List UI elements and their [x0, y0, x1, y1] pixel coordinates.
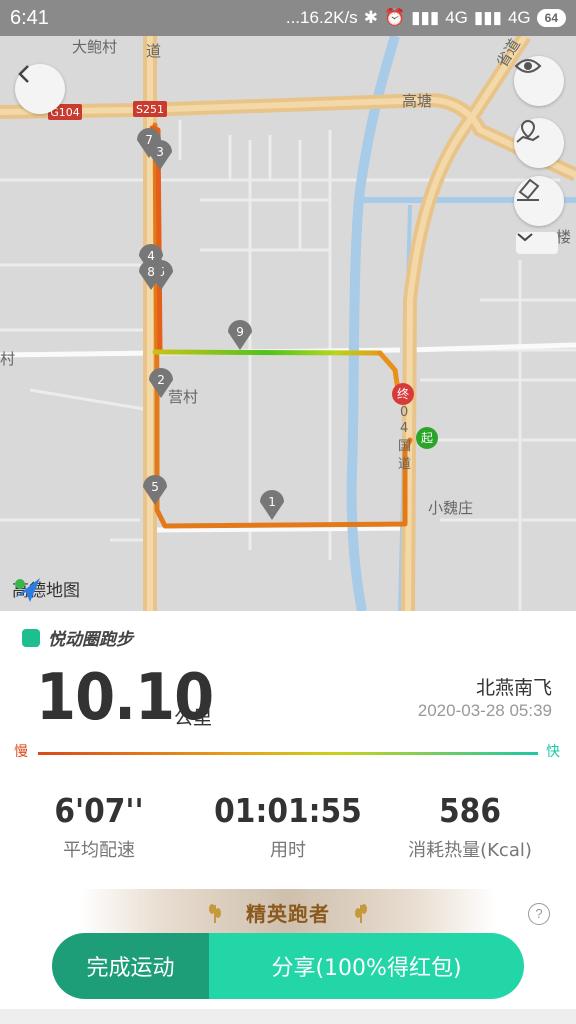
amap-logo-icon	[14, 578, 40, 602]
status-bar: 6:41 ...16.2K/s ✱ ⏰ ▮▮▮ 4G ▮▮▮ 4G 64	[0, 0, 576, 36]
label-vertical-4: 4	[400, 421, 408, 436]
svg-text:8: 8	[147, 265, 155, 279]
status-time: 6:41	[10, 6, 49, 29]
back-button[interactable]	[15, 64, 65, 114]
fast-label: 快	[546, 744, 560, 760]
wheat-icon-right	[355, 904, 367, 923]
distance-unit: 公里	[174, 707, 213, 729]
stat-calories-label: 消耗热量(Kcal)	[408, 840, 532, 861]
stat-calories: 586 消耗热量(Kcal)	[385, 791, 555, 862]
run-datetime: 2020-03-28 05:39	[417, 701, 552, 720]
stat-duration: 01:01:55 用时	[203, 791, 373, 862]
svg-text:5: 5	[151, 480, 159, 494]
bottom-strip	[0, 1009, 576, 1024]
svg-text:1: 1	[268, 495, 276, 509]
signal-icon: ▮▮▮	[411, 8, 440, 27]
svg-text:起: 起	[421, 431, 433, 445]
wheat-icon	[209, 904, 221, 923]
run-route	[149, 122, 413, 529]
stat-calories-value: 586	[439, 791, 501, 830]
label-xiaoweizhuang: 小魏庄	[428, 499, 473, 517]
brand-icon	[22, 628, 40, 647]
user-name: 北燕南飞	[475, 677, 552, 699]
minor-streets	[0, 120, 576, 610]
svg-text:7: 7	[145, 133, 153, 147]
label-dabaocun: 大鲍村	[72, 38, 117, 56]
label-vertical-0: 0	[400, 405, 408, 420]
label-lou: 楼	[556, 228, 571, 246]
label-vertical-guo: 国	[398, 439, 411, 454]
map-canvas: 1 2 3 4 5 6 7 8 9 终 起 G104 S251 大鲍村 高塘 营…	[0, 36, 576, 611]
battery-icon: 64	[536, 9, 566, 27]
map-route-icon	[516, 119, 540, 143]
finish-button[interactable]: 完成运动	[52, 933, 209, 999]
eraser-icon	[517, 178, 540, 201]
brand-name: 悦动圈跑步	[48, 630, 133, 650]
summary-panel: 悦动圈跑步 10.10 公里 北燕南飞 2020-03-28 05:39 慢 快…	[0, 611, 576, 1024]
erase-button[interactable]	[514, 176, 564, 226]
stat-pace-value: 6'07''	[54, 791, 144, 830]
label-gaotang: 高塘	[402, 92, 432, 110]
label-vertical-dao: 道	[398, 457, 411, 472]
app-brand: 悦动圈跑步	[22, 625, 133, 650]
amap-logo: 高德地图	[12, 576, 80, 602]
pace-gradient-bar	[38, 752, 538, 755]
stat-duration-value: 01:01:55	[214, 791, 362, 830]
route-button[interactable]	[514, 118, 564, 168]
share-button[interactable]: 分享(100%得红包)	[209, 933, 524, 999]
label-cun: 村	[0, 350, 15, 368]
elite-badge: 精英跑者	[80, 889, 496, 935]
svg-text:2: 2	[157, 373, 165, 387]
bluetooth-icon: ✱	[363, 8, 378, 27]
slow-label: 慢	[14, 744, 28, 760]
stat-pace-label: 平均配速	[63, 840, 135, 861]
network-type-1: 4G	[445, 8, 468, 27]
stat-pace: 6'07'' 平均配速	[14, 791, 184, 862]
stat-duration-label: 用时	[270, 840, 306, 861]
back-icon	[18, 65, 29, 83]
alarm-icon: ⏰	[383, 8, 406, 27]
collapse-button[interactable]	[516, 232, 558, 254]
help-icon[interactable]: ?	[528, 903, 550, 925]
s251-label: S251	[136, 103, 164, 116]
status-icons: ...16.2K/s ✱ ⏰ ▮▮▮ 4G ▮▮▮ 4G 64	[286, 8, 566, 28]
chevron-down-icon	[517, 233, 533, 242]
signal-icon-2: ▮▮▮	[473, 8, 502, 27]
route-map[interactable]: 1 2 3 4 5 6 7 8 9 终 起 G104 S251 大鲍村 高塘 营…	[0, 36, 576, 611]
label-road-left: 道	[146, 42, 161, 60]
elite-badge-text: 精英跑者	[246, 901, 330, 926]
network-speed: ...16.2K/s	[285, 8, 358, 27]
start-marker: 起	[416, 427, 438, 449]
svg-text:终: 终	[397, 386, 409, 401]
network-type-2: 4G	[507, 8, 531, 27]
svg-text:3: 3	[156, 145, 164, 159]
action-buttons: 完成运动 分享(100%得红包)	[52, 933, 524, 999]
view-toggle-button[interactable]	[514, 56, 564, 106]
road-shield-s251: S251	[133, 101, 167, 117]
svg-text:9: 9	[236, 325, 244, 339]
label-yingcun: 营村	[168, 388, 198, 406]
eye-icon	[514, 59, 542, 73]
end-marker: 终	[392, 383, 414, 405]
